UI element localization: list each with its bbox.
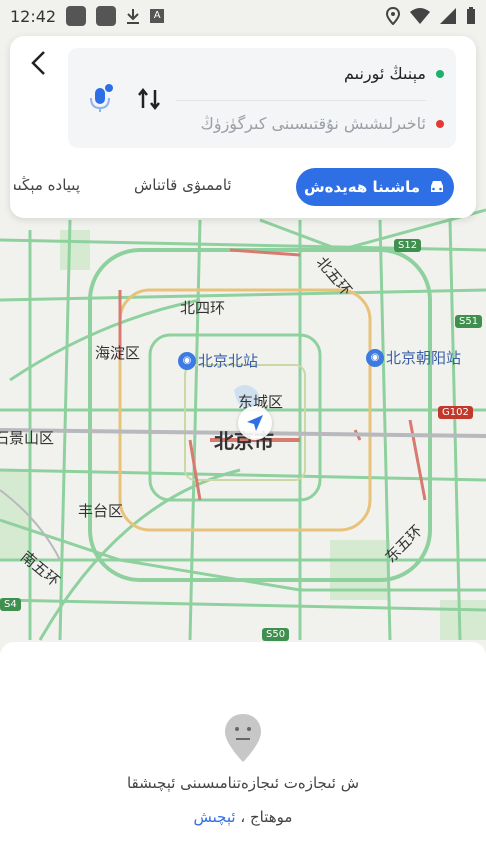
voice-input-icon[interactable] [88, 84, 114, 114]
back-arrow-icon[interactable] [26, 50, 52, 76]
origin-dot-icon [436, 69, 444, 78]
travel-mode-tabs: پىيادە مېڭىش ئاممىۋى قاتناش ماشىنا ھەيدە… [10, 166, 476, 210]
notification-app-icon [66, 6, 87, 26]
status-bar: 12:42 A [0, 0, 486, 32]
notification-app-icon-2 [96, 6, 117, 26]
current-location-icon [238, 406, 272, 440]
shield-s12: S12 [394, 239, 422, 252]
notification-a-icon: A [150, 9, 165, 23]
signal-icon [440, 8, 456, 24]
tab-drive[interactable]: ماشىنا ھەيدەش [296, 168, 454, 206]
poi-bj-north-label: 北京北站 [198, 352, 259, 370]
shield-s51: S51 [455, 315, 483, 328]
map-label-shijingshan: 石景山区 [0, 429, 55, 447]
permission-message-text: موھتاج ، [240, 808, 293, 826]
download-icon [127, 9, 140, 24]
map-label-north4: 北四环 [180, 299, 226, 317]
location-icon [386, 7, 400, 25]
destination-field[interactable]: ئاخىرلىشىش نۇقتىسىنى كىرگۈزۈڭ [201, 114, 444, 133]
train-station-icon: ◉ [178, 351, 196, 370]
destination-placeholder: ئاخىرلىشىش نۇقتىسىنى كىرگۈزۈڭ [200, 114, 426, 133]
poi-bj-chaoyang-label: 北京朝阳站 [386, 349, 462, 367]
route-card: مېنىڭ ئورنىم ئاخىرلىشىش نۇقتىسىنى كىرگۈز… [10, 36, 476, 218]
destination-dot-icon [436, 119, 444, 128]
route-separator [176, 100, 426, 101]
route-input-box: مېنىڭ ئورنىم ئاخىرلىشىش نۇقتىسىنى كىرگۈز… [68, 48, 456, 148]
poi-bj-chaoyang[interactable]: ◉ 北京朝阳站 [366, 347, 461, 368]
poi-bj-north[interactable]: ◉ 北京北站 [178, 350, 258, 371]
permission-message: ش ئىجازەت ئىجازەتنامىسىنى ئېچىشقا [126, 774, 360, 792]
shield-g102: G102 [438, 406, 473, 419]
map-label-haidian: 海淀区 [95, 344, 141, 362]
bottom-panel: ش ئىجازەت ئىجازەتنامىسىنى ئېچىشقا موھتاج… [0, 642, 486, 864]
map-label-fengtai: 丰台区 [78, 502, 124, 520]
car-icon [431, 181, 444, 192]
swap-route-icon[interactable] [136, 86, 162, 112]
wifi-icon [410, 8, 430, 24]
origin-field[interactable]: مېنىڭ ئورنىم [344, 64, 444, 83]
open-permission-link[interactable]: ئېچىش [194, 808, 236, 826]
status-time: 12:42 [10, 6, 57, 26]
battery-icon [467, 7, 475, 24]
shield-s50: S50 [262, 628, 290, 641]
tab-walk[interactable]: پىيادە مېڭىش [14, 176, 80, 194]
location-pin-face-icon [225, 714, 261, 762]
tab-transit[interactable]: ئاممىۋى قاتناش [134, 176, 232, 194]
tab-drive-label: ماشىنا ھەيدەش [303, 178, 421, 196]
permission-message-line2: موھتاج ، ئېچىش [0, 808, 486, 826]
shield-s4: S4 [0, 598, 21, 611]
origin-text: مېنىڭ ئورنىم [344, 64, 426, 83]
train-station-icon: ◉ [366, 348, 384, 367]
